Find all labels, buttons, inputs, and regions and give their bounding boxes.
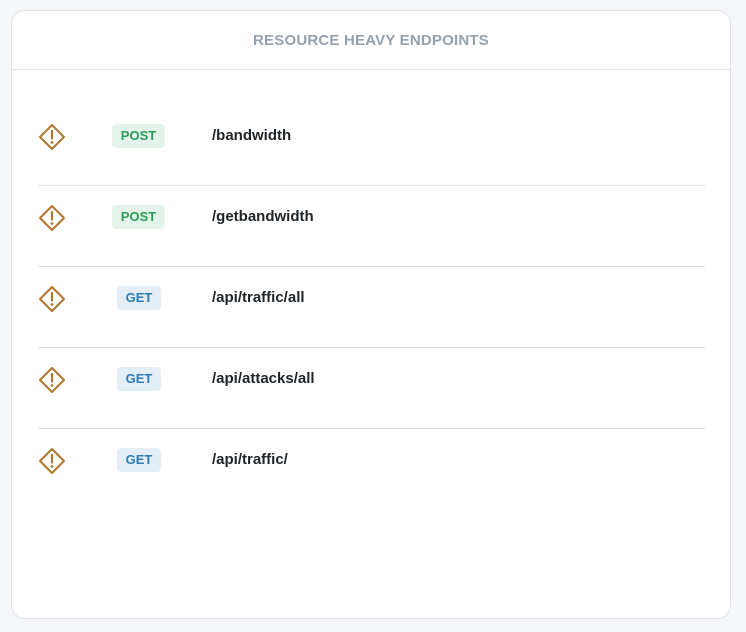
endpoint-path: /bandwidth <box>212 127 292 144</box>
warning-diamond-icon <box>38 447 66 475</box>
endpoint-path: /api/attacks/all <box>212 370 315 387</box>
endpoint-row[interactable]: GET /api/attacks/all <box>38 348 705 429</box>
method-badge: GET <box>117 367 161 391</box>
resource-heavy-endpoints-card: RESOURCE HEAVY ENDPOINTS POST /bandwidth <box>11 10 731 619</box>
method-badge: POST <box>112 205 165 229</box>
endpoint-row[interactable]: POST /bandwidth <box>38 105 705 186</box>
endpoint-path: /getbandwidth <box>212 208 314 225</box>
endpoint-path: /api/traffic/all <box>212 289 305 306</box>
method-badge: POST <box>112 124 165 148</box>
warning-diamond-icon <box>38 204 66 232</box>
card-header: RESOURCE HEAVY ENDPOINTS <box>12 11 730 70</box>
method-badge: GET <box>117 286 161 310</box>
warning-diamond-icon <box>38 123 66 151</box>
warning-diamond-icon <box>38 285 66 313</box>
endpoint-row[interactable]: GET /api/traffic/all <box>38 267 705 348</box>
endpoint-row[interactable]: POST /getbandwidth <box>38 186 705 267</box>
method-badge: GET <box>117 448 161 472</box>
endpoint-row[interactable]: GET /api/traffic/ <box>38 429 705 509</box>
card-title: RESOURCE HEAVY ENDPOINTS <box>253 31 489 49</box>
endpoint-list: POST /bandwidth POST /getbandwidth GET /… <box>38 105 705 509</box>
endpoint-path: /api/traffic/ <box>212 451 288 468</box>
warning-diamond-icon <box>38 366 66 394</box>
